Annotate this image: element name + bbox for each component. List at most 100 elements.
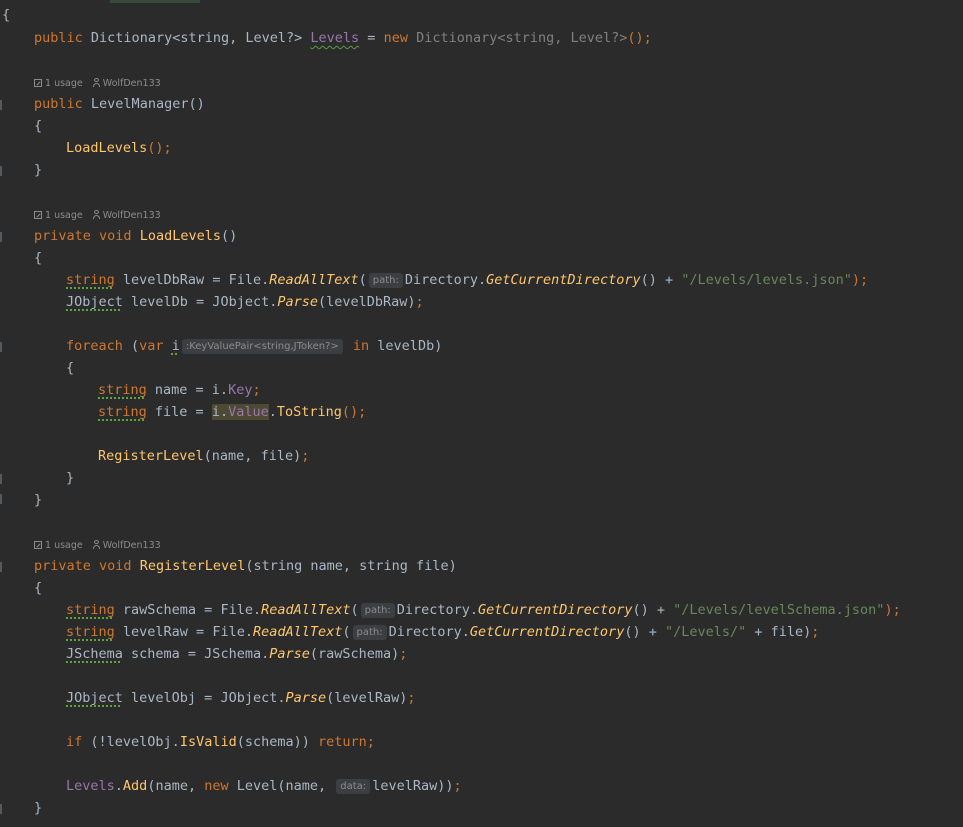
code-line[interactable]: { bbox=[66, 357, 74, 379]
code-text: levelDbRaw = File. bbox=[114, 272, 270, 288]
punctuation: ; bbox=[453, 778, 462, 794]
keyword: void bbox=[99, 558, 132, 574]
punctuation: (); bbox=[147, 140, 172, 156]
keyword: string bbox=[66, 602, 115, 618]
code-line[interactable]: foreach (var i:KeyValuePair<string,JToke… bbox=[66, 335, 442, 357]
gutter-fold-marker[interactable] bbox=[0, 100, 2, 110]
code-text: (levelRaw) bbox=[326, 690, 408, 706]
highlighted-variable: i. bbox=[211, 404, 229, 420]
keyword: string bbox=[98, 404, 147, 420]
code-line[interactable]: { bbox=[2, 4, 10, 26]
code-line[interactable]: } bbox=[34, 489, 42, 511]
method-call: GetCurrentDirectory bbox=[478, 602, 633, 618]
code-line[interactable]: if (!levelObj.IsValid(schema)) return; bbox=[66, 731, 375, 753]
usage-hint[interactable]: 1 usage bbox=[45, 210, 83, 221]
code-line[interactable]: } bbox=[34, 797, 42, 819]
code-line[interactable]: private void RegisterLevel(string name, … bbox=[34, 555, 457, 577]
keyword: public bbox=[34, 96, 83, 112]
punctuation: () bbox=[220, 228, 238, 244]
punctuation: ); bbox=[884, 602, 901, 618]
author-hint[interactable]: WolfDen133 bbox=[103, 78, 161, 89]
method-call: GetCurrentDirectory bbox=[486, 272, 641, 288]
gutter-fold-marker[interactable] bbox=[0, 166, 2, 176]
property-name: Key bbox=[228, 382, 253, 398]
code-line[interactable]: JObject levelObj = JObject.Parse(levelRa… bbox=[66, 687, 416, 709]
gutter-fold-marker[interactable] bbox=[0, 232, 2, 242]
type-hint: :KeyValuePair<string,JToken?> bbox=[181, 339, 343, 354]
gutter-fold-marker[interactable] bbox=[0, 562, 2, 572]
code-line[interactable]: { bbox=[34, 577, 42, 599]
type-name: Dictionary<string, Level?> bbox=[416, 30, 628, 46]
code-text: (name, file) bbox=[203, 448, 302, 464]
keyword: public bbox=[34, 30, 83, 46]
method-call: ReadAllText bbox=[252, 624, 343, 640]
usage-hint[interactable]: 1 usage bbox=[45, 540, 83, 551]
punctuation: ( bbox=[350, 602, 359, 618]
gutter-fold-marker[interactable] bbox=[0, 474, 2, 484]
code-line[interactable]: private void LoadLevels() bbox=[34, 225, 237, 247]
code-line[interactable]: } bbox=[34, 159, 42, 181]
punctuation: . bbox=[268, 404, 277, 420]
code-text: () + bbox=[640, 272, 682, 288]
code-line[interactable]: { bbox=[34, 247, 42, 269]
author-hint[interactable]: WolfDen133 bbox=[103, 210, 161, 221]
method-call: Parse bbox=[285, 690, 327, 706]
gutter-fold-marker[interactable] bbox=[0, 804, 2, 814]
brace: } bbox=[34, 162, 43, 178]
method-call: ReadAllText bbox=[261, 602, 351, 618]
punctuation: (); bbox=[341, 404, 367, 420]
code-text: Directory. bbox=[388, 624, 470, 640]
brace: } bbox=[34, 800, 43, 816]
code-vision-hint[interactable]: 1 usage WolfDen133 bbox=[34, 539, 161, 553]
code-line[interactable]: public LevelManager() bbox=[34, 93, 205, 115]
brace: { bbox=[34, 580, 43, 596]
code-line[interactable]: string rawSchema = File.ReadAllText(path… bbox=[66, 599, 901, 621]
code-line[interactable]: string levelDbRaw = File.ReadAllText(pat… bbox=[66, 269, 868, 291]
parameter-hint: path: bbox=[360, 603, 395, 618]
author-hint[interactable]: WolfDen133 bbox=[103, 540, 161, 551]
keyword: string bbox=[66, 272, 115, 288]
code-line[interactable]: } bbox=[66, 467, 74, 489]
code-line[interactable]: Levels.Add(name, new Level(name, data: le… bbox=[66, 775, 462, 797]
brace: { bbox=[2, 7, 11, 23]
code-text: levelDb) bbox=[369, 338, 443, 354]
method-call: IsValid bbox=[179, 734, 237, 750]
code-line[interactable]: string file = i.Value.ToString(); bbox=[98, 401, 366, 423]
usages-icon bbox=[34, 79, 42, 87]
gutter-fold-marker[interactable] bbox=[0, 494, 2, 504]
punctuation: ; bbox=[301, 448, 310, 464]
keyword: var bbox=[139, 338, 164, 354]
code-text: Level(name, bbox=[228, 778, 335, 794]
gutter-fold-marker[interactable] bbox=[0, 342, 2, 352]
code-text: (levelDbRaw) bbox=[317, 294, 416, 310]
code-vision-hint[interactable]: 1 usage WolfDen133 bbox=[34, 77, 161, 91]
code-text: file = bbox=[146, 404, 212, 420]
code-line[interactable]: LoadLevels(); bbox=[66, 137, 172, 159]
parameter-list: (string name, string file) bbox=[245, 558, 457, 574]
punctuation: ; bbox=[252, 382, 261, 398]
code-line[interactable]: RegisterLevel(name, file); bbox=[98, 445, 309, 467]
method-call: Parse bbox=[277, 294, 318, 310]
code-line[interactable]: public Dictionary<string, Level?> Levels… bbox=[34, 27, 652, 49]
parameter-hint: path: bbox=[368, 273, 403, 288]
variable-name: i bbox=[171, 338, 180, 354]
code-line[interactable]: JSchema schema = JSchema.Parse(rawSchema… bbox=[66, 643, 407, 665]
code-line[interactable]: string name = i.Key; bbox=[98, 379, 261, 401]
code-line[interactable]: string levelRaw = File.ReadAllText(path:… bbox=[66, 621, 819, 643]
usages-icon bbox=[34, 211, 42, 219]
usage-hint[interactable]: 1 usage bbox=[45, 78, 83, 89]
parameter-hint: data: bbox=[336, 779, 371, 794]
method-name: LoadLevels bbox=[139, 228, 221, 244]
punctuation: ( bbox=[342, 624, 351, 640]
code-text: + file) bbox=[746, 624, 812, 640]
code-text: () + bbox=[632, 602, 674, 618]
punctuation: ; bbox=[415, 294, 424, 310]
author-icon bbox=[92, 210, 100, 219]
punctuation: ; bbox=[811, 624, 820, 640]
code-line[interactable]: JObject levelDb = JObject.Parse(levelDbR… bbox=[66, 291, 424, 313]
keyword: new bbox=[383, 30, 408, 46]
code-vision-hint[interactable]: 1 usage WolfDen133 bbox=[34, 209, 161, 223]
code-editor[interactable]: { public Dictionary<string, Level?> Leve… bbox=[0, 0, 963, 827]
keyword: return bbox=[318, 734, 367, 750]
code-line[interactable]: { bbox=[34, 115, 42, 137]
